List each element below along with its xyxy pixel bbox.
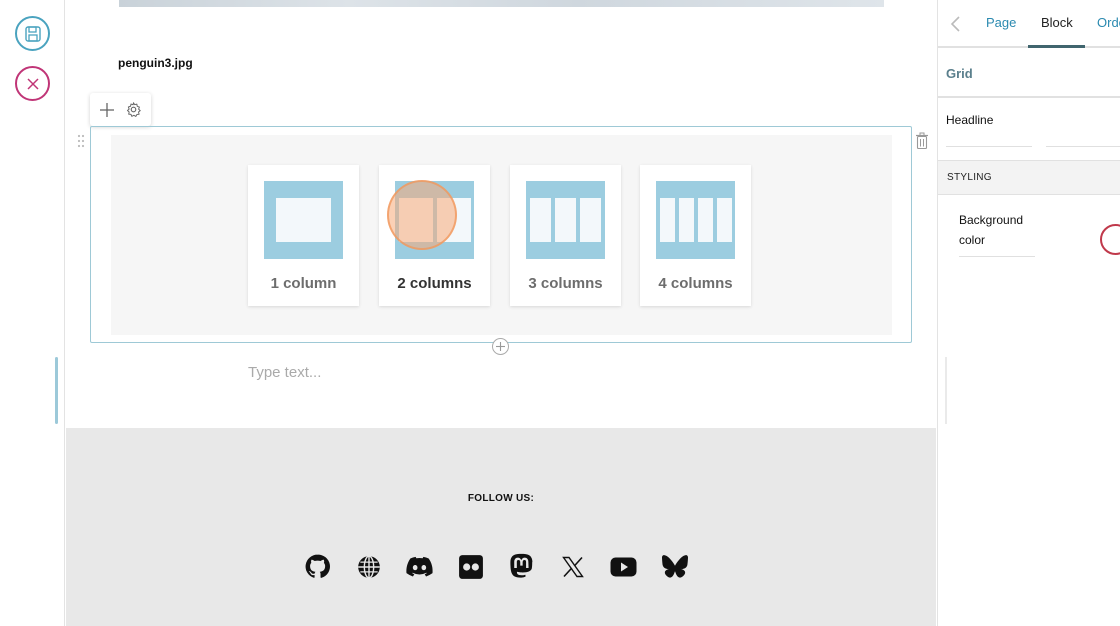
grid-option-label: 3 columns [528,275,603,292]
background-color-picker[interactable] [1100,224,1120,255]
tab-order[interactable]: Order [1097,15,1120,30]
plus-icon [496,342,505,351]
editor-canvas: penguin3.jpg 1 column 2 columns 3 column… [66,0,936,626]
follow-us-heading: FOLLOW US: [467,493,535,504]
gear-icon [127,102,141,117]
headline-label: Headline [946,113,994,127]
scroll-indicator [945,357,947,424]
github-icon[interactable] [304,553,331,580]
tab-page[interactable]: Page [986,15,1016,30]
grid-option-label: 4 columns [658,275,733,292]
grid-option-label: 2 columns [397,275,472,292]
three-column-layout-icon [526,181,605,259]
add-block-below-button[interactable] [492,338,509,355]
grid-option-label: 1 column [270,275,337,292]
two-column-layout-icon [395,181,474,259]
image-block-preview[interactable] [119,0,884,7]
one-column-layout-icon [264,181,343,259]
grid-template-chooser: 1 column 2 columns 3 columns 4 columns [111,135,892,335]
close-icon [26,77,39,90]
site-footer: FOLLOW US: [66,428,936,626]
trash-icon[interactable] [915,132,929,150]
discord-icon[interactable] [406,553,433,580]
globe-icon[interactable] [355,553,382,580]
bluesky-icon[interactable] [661,553,688,580]
section-title: Grid [946,66,973,81]
flickr-icon[interactable] [457,553,484,580]
divider [959,256,1035,257]
social-links [304,553,688,580]
active-tab-indicator [1028,45,1085,48]
divider [946,146,1032,147]
block-toolbar [90,93,151,126]
tab-block[interactable]: Block [1041,15,1073,30]
section-header: Grid [938,50,1120,98]
headline-field[interactable] [1046,146,1120,147]
background-color-label: Background color [959,213,1024,247]
grid-block[interactable]: 1 column 2 columns 3 columns 4 columns [90,126,912,343]
scroll-indicator [55,357,58,424]
styling-section-header[interactable]: STYLING [938,160,1120,195]
text-block-placeholder[interactable]: Type text... [248,364,748,386]
add-block-button[interactable] [96,99,118,121]
plus-icon [100,102,115,117]
block-settings-button[interactable] [123,99,145,121]
grid-option-3-columns[interactable]: 3 columns [510,165,621,306]
cancel-button[interactable] [15,66,50,101]
grid-option-1-column[interactable]: 1 column [248,165,359,306]
youtube-icon[interactable] [610,553,637,580]
grid-option-4-columns[interactable]: 4 columns [640,165,751,306]
sidebar-tabs: Page Block Order [938,0,1120,48]
floppy-disk-icon [24,25,41,42]
chevron-left-icon[interactable] [948,14,964,34]
drag-handle-icon[interactable] [76,133,86,149]
properties-sidebar: Page Block Order Grid Headline STYLING B… [937,0,1120,626]
image-caption: penguin3.jpg [118,56,193,70]
styling-header-label: STYLING [947,172,992,183]
left-toolbar [0,0,65,626]
x-icon[interactable] [559,553,586,580]
grid-option-2-columns[interactable]: 2 columns [379,165,490,306]
mastodon-icon[interactable] [508,553,535,580]
four-column-layout-icon [656,181,735,259]
save-button[interactable] [15,16,50,51]
